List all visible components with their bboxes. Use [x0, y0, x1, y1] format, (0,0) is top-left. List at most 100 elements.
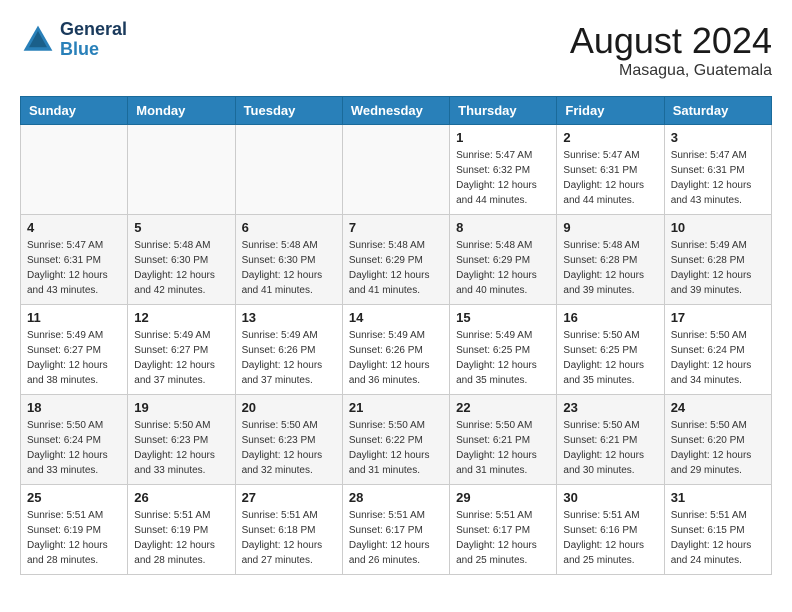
day-number: 17	[671, 310, 765, 325]
calendar-cell: 2Sunrise: 5:47 AM Sunset: 6:31 PM Daylig…	[557, 125, 664, 215]
day-number: 14	[349, 310, 443, 325]
calendar-cell: 25 Sunrise: 5:51 AM Sunset: 6:19 PM Dayli…	[21, 485, 128, 575]
calendar-cell: 6 Sunrise: 5:48 AM Sunset: 6:30 PM Daylig…	[235, 215, 342, 305]
day-info: Sunrise: 5:50 AM Sunset: 6:24 PM Dayligh…	[27, 418, 121, 478]
day-info: Sunrise: 5:48 AM Sunset: 6:28 PM Dayligh…	[563, 238, 657, 298]
day-info: Sunrise: 5:50 AM Sunset: 6:23 PM Dayligh…	[242, 418, 336, 478]
day-number: 26	[134, 490, 228, 505]
day-number: 6	[242, 220, 336, 235]
calendar-week-row: 1Sunrise: 5:47 AM Sunset: 6:32 PM Daylig…	[21, 125, 772, 215]
calendar-week-row: 11 Sunrise: 5:49 AM Sunset: 6:27 PM Dayli…	[21, 305, 772, 395]
calendar-cell: 24 Sunrise: 5:50 AM Sunset: 6:20 PM Dayli…	[664, 395, 771, 485]
calendar-cell: 10 Sunrise: 5:49 AM Sunset: 6:28 PM Dayli…	[664, 215, 771, 305]
calendar-cell: 27Sunrise: 5:51 AM Sunset: 6:18 PM Dayli…	[235, 485, 342, 575]
day-number: 13	[242, 310, 336, 325]
day-number: 8	[456, 220, 550, 235]
day-number: 28	[349, 490, 443, 505]
calendar-cell: 19 Sunrise: 5:50 AM Sunset: 6:23 PM Dayli…	[128, 395, 235, 485]
calendar-cell: 20 Sunrise: 5:50 AM Sunset: 6:23 PM Dayli…	[235, 395, 342, 485]
calendar-cell: 28Sunrise: 5:51 AM Sunset: 6:17 PM Dayli…	[342, 485, 449, 575]
calendar-cell	[128, 125, 235, 215]
day-info: Sunrise: 5:49 AM Sunset: 6:25 PM Dayligh…	[456, 328, 550, 388]
day-number: 29	[456, 490, 550, 505]
calendar-cell: 29 Sunrise: 5:51 AM Sunset: 6:17 PM Dayli…	[450, 485, 557, 575]
calendar-cell: 1Sunrise: 5:47 AM Sunset: 6:32 PM Daylig…	[450, 125, 557, 215]
day-info: Sunrise: 5:50 AM Sunset: 6:20 PM Dayligh…	[671, 418, 765, 478]
day-info: Sunrise: 5:51 AM Sunset: 6:19 PM Dayligh…	[134, 508, 228, 568]
day-info: Sunrise: 5:49 AM Sunset: 6:27 PM Dayligh…	[134, 328, 228, 388]
day-number: 30	[563, 490, 657, 505]
calendar-cell: 26 Sunrise: 5:51 AM Sunset: 6:19 PM Dayli…	[128, 485, 235, 575]
day-of-week-header: Monday	[128, 97, 235, 125]
day-number: 15	[456, 310, 550, 325]
day-info: Sunrise: 5:47 AM Sunset: 6:31 PM Dayligh…	[563, 148, 657, 208]
day-number: 21	[349, 400, 443, 415]
day-number: 24	[671, 400, 765, 415]
day-info: Sunrise: 5:47 AM Sunset: 6:31 PM Dayligh…	[671, 148, 765, 208]
calendar-cell: 12 Sunrise: 5:49 AM Sunset: 6:27 PM Dayli…	[128, 305, 235, 395]
day-of-week-header: Thursday	[450, 97, 557, 125]
day-info: Sunrise: 5:51 AM Sunset: 6:15 PM Dayligh…	[671, 508, 765, 568]
calendar-cell: 31Sunrise: 5:51 AM Sunset: 6:15 PM Dayli…	[664, 485, 771, 575]
calendar-subtitle: Masagua, Guatemala	[570, 62, 772, 80]
day-number: 22	[456, 400, 550, 415]
day-info: Sunrise: 5:50 AM Sunset: 6:22 PM Dayligh…	[349, 418, 443, 478]
day-number: 25	[27, 490, 121, 505]
logo-text: General Blue	[60, 20, 127, 60]
title-block: August 2024 Masagua, Guatemala	[570, 20, 772, 80]
calendar-cell: 16 Sunrise: 5:50 AM Sunset: 6:25 PM Dayli…	[557, 305, 664, 395]
day-number: 3	[671, 130, 765, 145]
calendar-week-row: 4 Sunrise: 5:47 AM Sunset: 6:31 PM Daylig…	[21, 215, 772, 305]
calendar-cell: 11 Sunrise: 5:49 AM Sunset: 6:27 PM Dayli…	[21, 305, 128, 395]
day-info: Sunrise: 5:49 AM Sunset: 6:26 PM Dayligh…	[242, 328, 336, 388]
calendar-cell: 23 Sunrise: 5:50 AM Sunset: 6:21 PM Dayli…	[557, 395, 664, 485]
day-number: 5	[134, 220, 228, 235]
day-of-week-header: Sunday	[21, 97, 128, 125]
day-of-week-header: Friday	[557, 97, 664, 125]
logo-icon	[20, 22, 56, 58]
day-info: Sunrise: 5:48 AM Sunset: 6:29 PM Dayligh…	[456, 238, 550, 298]
calendar-week-row: 25 Sunrise: 5:51 AM Sunset: 6:19 PM Dayli…	[21, 485, 772, 575]
day-number: 11	[27, 310, 121, 325]
calendar-cell: 15 Sunrise: 5:49 AM Sunset: 6:25 PM Dayli…	[450, 305, 557, 395]
day-info: Sunrise: 5:49 AM Sunset: 6:27 PM Dayligh…	[27, 328, 121, 388]
day-info: Sunrise: 5:51 AM Sunset: 6:18 PM Dayligh…	[242, 508, 336, 568]
calendar-cell	[21, 125, 128, 215]
day-number: 12	[134, 310, 228, 325]
day-of-week-header: Wednesday	[342, 97, 449, 125]
calendar-cell	[235, 125, 342, 215]
calendar-title: August 2024	[570, 20, 772, 62]
day-info: Sunrise: 5:47 AM Sunset: 6:32 PM Dayligh…	[456, 148, 550, 208]
day-number: 23	[563, 400, 657, 415]
day-number: 7	[349, 220, 443, 235]
day-number: 20	[242, 400, 336, 415]
calendar-cell: 22Sunrise: 5:50 AM Sunset: 6:21 PM Dayli…	[450, 395, 557, 485]
day-info: Sunrise: 5:51 AM Sunset: 6:19 PM Dayligh…	[27, 508, 121, 568]
day-info: Sunrise: 5:48 AM Sunset: 6:29 PM Dayligh…	[349, 238, 443, 298]
day-info: Sunrise: 5:50 AM Sunset: 6:21 PM Dayligh…	[563, 418, 657, 478]
calendar-cell: 4 Sunrise: 5:47 AM Sunset: 6:31 PM Daylig…	[21, 215, 128, 305]
day-info: Sunrise: 5:49 AM Sunset: 6:28 PM Dayligh…	[671, 238, 765, 298]
day-number: 4	[27, 220, 121, 235]
day-number: 19	[134, 400, 228, 415]
days-of-week-row: SundayMondayTuesdayWednesdayThursdayFrid…	[21, 97, 772, 125]
calendar-cell: 14Sunrise: 5:49 AM Sunset: 6:26 PM Dayli…	[342, 305, 449, 395]
day-info: Sunrise: 5:48 AM Sunset: 6:30 PM Dayligh…	[242, 238, 336, 298]
day-info: Sunrise: 5:50 AM Sunset: 6:25 PM Dayligh…	[563, 328, 657, 388]
day-info: Sunrise: 5:51 AM Sunset: 6:17 PM Dayligh…	[456, 508, 550, 568]
calendar-cell: 7 Sunrise: 5:48 AM Sunset: 6:29 PM Daylig…	[342, 215, 449, 305]
day-number: 9	[563, 220, 657, 235]
calendar-cell: 30Sunrise: 5:51 AM Sunset: 6:16 PM Dayli…	[557, 485, 664, 575]
day-number: 10	[671, 220, 765, 235]
calendar-header: SundayMondayTuesdayWednesdayThursdayFrid…	[21, 97, 772, 125]
calendar-week-row: 18 Sunrise: 5:50 AM Sunset: 6:24 PM Dayli…	[21, 395, 772, 485]
calendar-cell: 18 Sunrise: 5:50 AM Sunset: 6:24 PM Dayli…	[21, 395, 128, 485]
logo: General Blue	[20, 20, 127, 60]
day-info: Sunrise: 5:47 AM Sunset: 6:31 PM Dayligh…	[27, 238, 121, 298]
calendar-cell: 17 Sunrise: 5:50 AM Sunset: 6:24 PM Dayli…	[664, 305, 771, 395]
day-info: Sunrise: 5:50 AM Sunset: 6:24 PM Dayligh…	[671, 328, 765, 388]
day-number: 16	[563, 310, 657, 325]
day-info: Sunrise: 5:50 AM Sunset: 6:23 PM Dayligh…	[134, 418, 228, 478]
calendar-table: SundayMondayTuesdayWednesdayThursdayFrid…	[20, 96, 772, 575]
day-number: 18	[27, 400, 121, 415]
